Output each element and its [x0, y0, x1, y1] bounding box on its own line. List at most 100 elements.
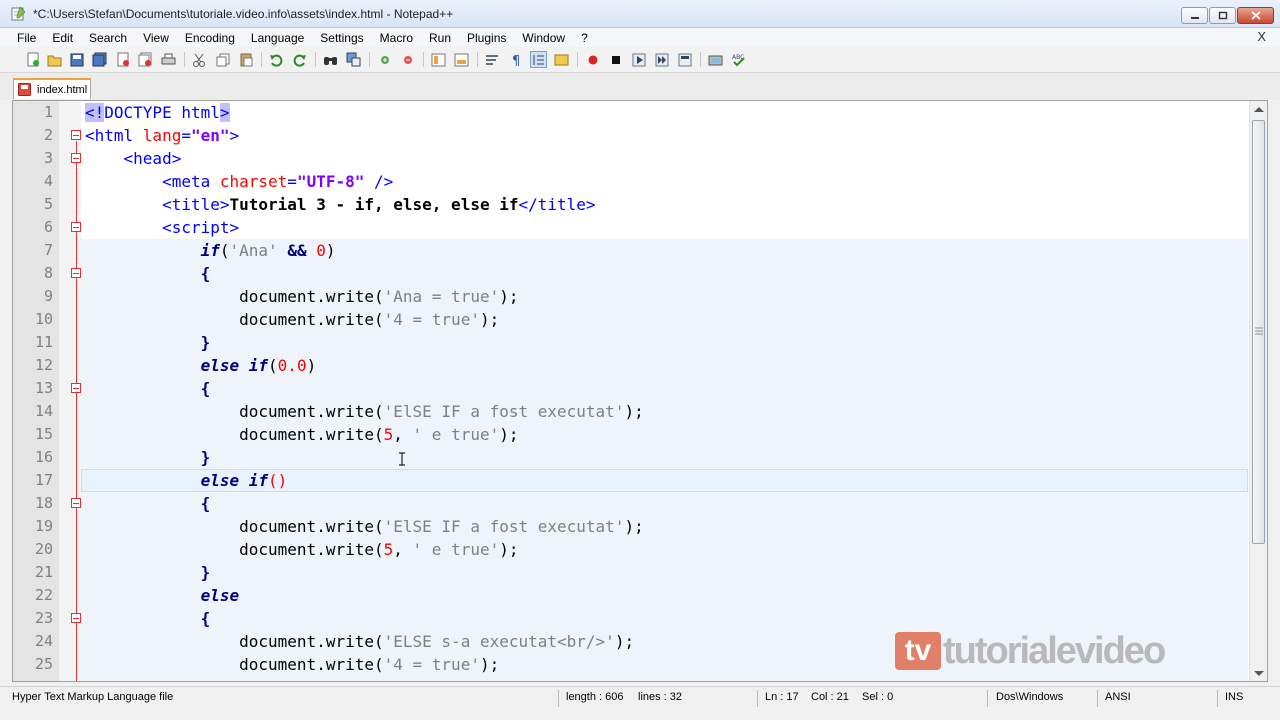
code-editor[interactable]: 1 <!DOCTYPE html> 2 <html lang="en"> 3 <head…	[12, 100, 1268, 682]
code-line[interactable]: 18 {	[13, 492, 1267, 515]
fold-toggle-icon[interactable]	[71, 498, 81, 508]
launch-browser-icon[interactable]	[707, 51, 724, 68]
code-line[interactable]: 20 document.write(5, ' e true');	[13, 538, 1267, 561]
code-line[interactable]: 17 else if()	[13, 469, 1267, 492]
play-macro-icon[interactable]	[630, 51, 647, 68]
code-line[interactable]: 8 {	[13, 262, 1267, 285]
menu-macro[interactable]: Macro	[372, 29, 421, 47]
line-number: 9	[43, 287, 53, 305]
sync-vertical-icon[interactable]	[430, 51, 447, 68]
code-line[interactable]: 3 <head>	[13, 147, 1267, 170]
code-line[interactable]: 23 {	[13, 607, 1267, 630]
code-line[interactable]: 4 <meta charset="UTF-8" />	[13, 170, 1267, 193]
user-lang-icon[interactable]	[553, 51, 570, 68]
fold-toggle-icon[interactable]	[71, 153, 81, 163]
new-file-icon[interactable]	[24, 51, 41, 68]
vertical-scrollbar[interactable]	[1249, 101, 1267, 681]
menu-plugins[interactable]: Plugins	[459, 29, 514, 47]
code-line[interactable]: 6 <script>	[13, 216, 1267, 239]
fold-toggle-icon[interactable]	[71, 222, 81, 232]
fold-toggle-icon[interactable]	[71, 130, 81, 140]
watermark-text: tutorialevideo	[943, 629, 1166, 672]
code-line[interactable]: 15 document.write(5, ' e true');	[13, 423, 1267, 446]
close-file-icon[interactable]	[114, 51, 131, 68]
code-line[interactable]: 14 document.write('ElSE IF a fost execut…	[13, 400, 1267, 423]
close-all-icon[interactable]	[137, 51, 154, 68]
code-line[interactable]: 21 }	[13, 561, 1267, 584]
menu-encoding[interactable]: Encoding	[177, 29, 243, 47]
code-line[interactable]: 7 if('Ana' && 0)	[13, 239, 1267, 262]
status-filetype: Hyper Text Markup Language file	[12, 691, 174, 703]
code-text: {	[200, 494, 211, 513]
code-line[interactable]: 5 <title>Tutorial 3 - if, else, else if<…	[13, 193, 1267, 216]
code-line[interactable]: 19 document.write('ElSE IF a fost execut…	[13, 515, 1267, 538]
menu-settings[interactable]: Settings	[312, 29, 371, 47]
menu-language[interactable]: Language	[243, 29, 312, 47]
line-number: 5	[43, 195, 53, 213]
code-text: <meta charset="UTF-8" />	[162, 172, 394, 191]
cut-icon[interactable]	[190, 51, 207, 68]
record-macro-icon[interactable]	[584, 51, 601, 68]
tab-index-html[interactable]: index.html	[13, 78, 91, 99]
run-macro-multiple-icon[interactable]	[653, 51, 670, 68]
line-number: 25	[34, 655, 53, 673]
replace-icon[interactable]	[345, 51, 362, 68]
code-line[interactable]: 1 <!DOCTYPE html>	[13, 101, 1267, 124]
menu-search[interactable]: Search	[81, 29, 135, 47]
scroll-thumb[interactable]	[1252, 120, 1265, 544]
stop-macro-icon[interactable]	[607, 51, 624, 68]
save-macro-icon[interactable]	[676, 51, 693, 68]
menu-edit[interactable]: Edit	[44, 29, 81, 47]
code-line[interactable]: 10 document.write('4 = true');	[13, 308, 1267, 331]
undo-icon[interactable]	[268, 51, 285, 68]
find-icon[interactable]	[322, 51, 339, 68]
code-text: document.write('Ana = true');	[239, 287, 519, 306]
maximize-icon	[1218, 11, 1227, 20]
menu-file[interactable]: File	[9, 29, 44, 47]
word-wrap-icon[interactable]	[484, 51, 501, 68]
fold-toggle-icon[interactable]	[71, 383, 81, 393]
status-bar: Hyper Text Markup Language file length :…	[0, 686, 1280, 710]
fold-toggle-icon[interactable]	[71, 613, 81, 623]
status-encoding: ANSI	[1105, 691, 1131, 703]
save-icon[interactable]	[68, 51, 85, 68]
notepadpp-app-icon[interactable]	[11, 6, 26, 21]
close-document-button[interactable]: X	[1257, 29, 1266, 44]
paste-icon[interactable]	[237, 51, 254, 68]
indent-guide-icon[interactable]	[530, 51, 547, 68]
menu-view[interactable]: View	[135, 29, 177, 47]
copy-icon[interactable]	[214, 51, 231, 68]
scroll-up-arrow-icon[interactable]	[1254, 107, 1264, 112]
sync-horizontal-icon[interactable]	[453, 51, 470, 68]
code-line[interactable]: 12 else if(0.0)	[13, 354, 1267, 377]
close-button[interactable]	[1237, 7, 1274, 24]
open-file-icon[interactable]	[46, 51, 63, 68]
save-all-icon[interactable]	[91, 51, 108, 68]
show-all-chars-icon[interactable]: ¶	[507, 51, 524, 68]
minimize-button[interactable]	[1181, 7, 1208, 24]
fold-toggle-icon[interactable]	[71, 268, 81, 278]
code-line[interactable]: 9 document.write('Ana = true');	[13, 285, 1267, 308]
code-line[interactable]: 11 }	[13, 331, 1267, 354]
spell-check-icon[interactable]: ABC	[730, 51, 747, 68]
menu-help[interactable]: ?	[573, 29, 596, 47]
zoom-out-icon[interactable]	[399, 51, 416, 68]
scroll-down-arrow-icon[interactable]	[1254, 671, 1264, 676]
code-text: document.write('ElSE IF a fost executat'…	[239, 402, 644, 421]
print-icon[interactable]	[160, 51, 177, 68]
menu-window[interactable]: Window	[514, 29, 573, 47]
menu-run[interactable]: Run	[421, 29, 459, 47]
zoom-in-icon[interactable]	[376, 51, 393, 68]
maximize-button[interactable]	[1209, 7, 1236, 24]
code-line[interactable]: 16 }	[13, 446, 1267, 469]
code-line[interactable]: 2 <html lang="en">	[13, 124, 1267, 147]
code-text: document.write('ELSE s-a executat<br/>')…	[239, 632, 635, 651]
code-line[interactable]: 13 {	[13, 377, 1267, 400]
code-text: <script>	[162, 218, 240, 237]
code-line[interactable]: 22 else	[13, 584, 1267, 607]
redo-icon[interactable]	[291, 51, 308, 68]
tutorialevideo-watermark: tv tutorialevideo	[895, 629, 1166, 672]
svg-text:¶: ¶	[512, 54, 520, 67]
unsaved-file-icon	[18, 83, 31, 96]
code-text: {	[200, 379, 211, 398]
